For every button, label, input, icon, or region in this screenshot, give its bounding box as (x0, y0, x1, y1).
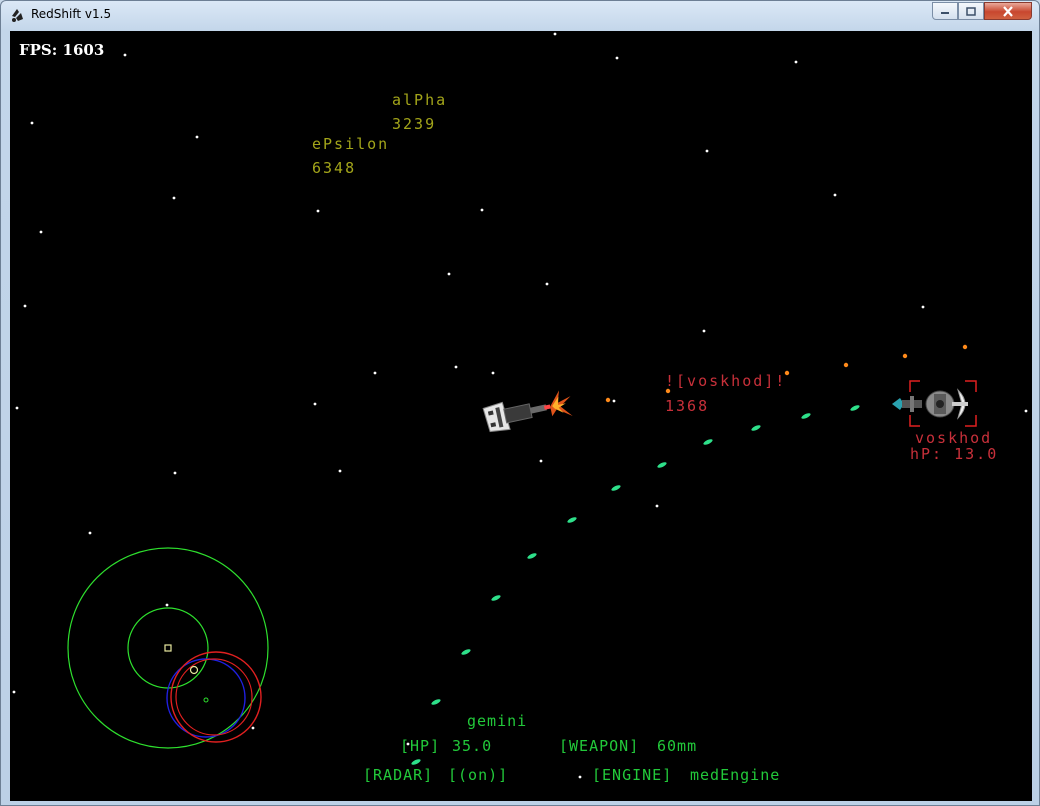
player-projectile (491, 595, 501, 601)
close-button[interactable] (984, 2, 1032, 20)
star (12, 690, 16, 694)
minimize-icon (941, 12, 949, 14)
player-ship (482, 390, 573, 433)
enemy-bullet (902, 353, 908, 359)
weapon-label: [WEAPON] (559, 737, 640, 755)
star (491, 371, 495, 375)
fps-counter: FPS: 1603 (19, 41, 105, 59)
target-distance: 1368 (665, 397, 710, 415)
star (23, 304, 27, 308)
star (833, 193, 837, 197)
enemy-bullet (605, 397, 611, 403)
window-title: RedShift v1.5 (31, 7, 112, 21)
maximize-icon (966, 6, 976, 16)
engine-value: medEngine (690, 766, 781, 784)
player-hp-value: 35.0 (452, 737, 493, 755)
star (88, 531, 92, 535)
enemy-bullet (843, 362, 849, 368)
star (480, 208, 484, 212)
player-projectile (567, 517, 577, 523)
star (313, 402, 317, 406)
planet-epsilon-distance: 6348 (312, 159, 357, 177)
star (251, 726, 255, 730)
title-bar[interactable]: RedShift v1.5 (1, 1, 1039, 29)
star (172, 196, 176, 200)
radar-player-marker (164, 644, 172, 652)
star (578, 775, 582, 779)
star (553, 32, 557, 36)
radar-outer-ring (67, 547, 269, 749)
player-projectile (431, 699, 441, 705)
star (30, 121, 34, 125)
radar-inner-ring (127, 607, 209, 689)
star (702, 329, 706, 333)
player-projectile (461, 649, 471, 655)
enemy-bullets (605, 344, 968, 403)
star (316, 209, 320, 213)
star (921, 305, 925, 309)
maximize-button[interactable] (958, 2, 984, 20)
player-projectile (611, 485, 621, 491)
player-projectile (657, 462, 667, 468)
radar-enemy-marker (203, 697, 209, 703)
enemy-ship (892, 388, 968, 420)
star (15, 406, 19, 410)
game-scene (12, 32, 1028, 779)
star (338, 469, 342, 473)
player-projectile (703, 439, 713, 445)
enemy-hp: hP: 13.0 (910, 445, 999, 463)
star (1024, 409, 1028, 413)
star (373, 371, 377, 375)
target-label: ![voskhod]! (665, 372, 787, 390)
star (173, 471, 177, 475)
player-hp-label: [HP] (400, 737, 441, 755)
radar-status: [(on)] (448, 766, 509, 784)
planet-epsilon-name: ePsilon (312, 135, 390, 153)
star (454, 365, 458, 369)
star (545, 282, 549, 286)
player-ship-name: gemini (467, 712, 528, 730)
star (615, 56, 619, 60)
star (539, 459, 543, 463)
minimize-button[interactable] (932, 2, 958, 20)
radar-display (67, 547, 269, 749)
player-projectile (850, 405, 860, 411)
player-projectile (527, 553, 537, 559)
weapon-value: 60mm (657, 737, 698, 755)
enemy-bullet (962, 344, 968, 350)
star (165, 603, 169, 607)
planet-alpha-name: alPha (392, 91, 448, 109)
radar-enemy-ring (170, 651, 262, 743)
star (447, 272, 451, 276)
star (123, 53, 127, 57)
app-window: RedShift v1.5 FPS: 1603 alPha 3239 ePsil… (0, 0, 1040, 806)
player-projectile (751, 425, 761, 431)
app-icon (12, 9, 23, 22)
star (612, 399, 616, 403)
star (195, 135, 199, 139)
star (39, 230, 43, 234)
player-projectile (801, 413, 811, 419)
star (705, 149, 709, 153)
close-icon (1003, 5, 1013, 17)
star (794, 60, 798, 64)
engine-label: [ENGINE] (592, 766, 673, 784)
radar-label: [RADAR] (363, 766, 434, 784)
radar-enemy-inner-ring (175, 658, 253, 736)
player-projectile (411, 759, 421, 765)
planet-alpha-distance: 3239 (392, 115, 437, 133)
radar-planet-marker (189, 665, 199, 675)
star (655, 504, 659, 508)
game-canvas[interactable]: FPS: 1603 alPha 3239 ePsilon 6348 ![vosk… (10, 31, 1032, 801)
